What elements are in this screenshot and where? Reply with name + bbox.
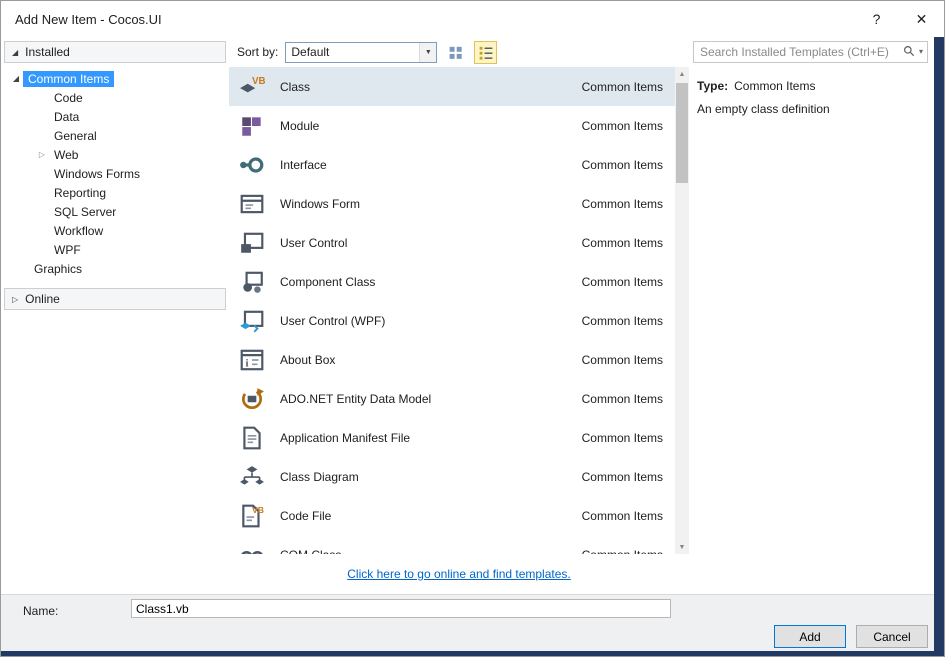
dialog-footer: Name: Add Cancel <box>1 594 934 651</box>
user-control-icon <box>239 230 265 256</box>
com-class-icon <box>239 542 265 555</box>
sidebar-item-sql-server[interactable]: SQL Server <box>1 202 229 221</box>
template-search: ▾ <box>693 41 928 63</box>
sort-by-value: Default <box>291 45 330 59</box>
collapsed-icon: ▷ <box>12 294 19 304</box>
sidebar-item-workflow[interactable]: Workflow <box>1 221 229 240</box>
template-description: An empty class definition <box>697 102 830 116</box>
component-class-icon <box>239 269 265 295</box>
search-icons: ▾ <box>902 44 923 58</box>
search-options-icon[interactable]: ▾ <box>919 47 923 56</box>
help-button[interactable]: ? <box>854 1 899 37</box>
list-scrollbar[interactable]: ▲ ▼ <box>675 67 689 554</box>
application-manifest-icon <box>239 425 265 451</box>
class-diagram-icon <box>239 464 265 490</box>
category-tree: ◢ Common Items Code Data General ▷ Web W <box>1 69 229 278</box>
template-row-class[interactable]: Class Common Items <box>229 67 675 106</box>
sidebar-item-data[interactable]: Data <box>1 107 229 126</box>
expanded-icon: ◢ <box>12 47 19 57</box>
dialog-title: Add New Item - Cocos.UI <box>15 11 162 27</box>
search-input[interactable] <box>693 41 928 63</box>
online-templates-link[interactable]: Click here to go online and find templat… <box>347 567 570 581</box>
sort-by-label: Sort by: <box>237 45 279 59</box>
scroll-up-icon[interactable]: ▲ <box>675 67 689 81</box>
sidebar-item-code[interactable]: Code <box>1 88 229 107</box>
class-icon <box>239 74 265 100</box>
name-label: Name: <box>23 604 59 618</box>
type-label: Type: <box>697 79 729 93</box>
expanded-icon: ◢ <box>12 74 20 83</box>
online-templates-footer: Click here to go online and find templat… <box>229 554 689 594</box>
template-row-user-control[interactable]: User Control Common Items <box>229 223 675 262</box>
code-file-icon <box>239 503 265 529</box>
cancel-button[interactable]: Cancel <box>856 625 928 648</box>
chevron-down-icon[interactable]: ▼ <box>419 42 437 62</box>
about-box-icon <box>239 347 265 373</box>
scrollbar-thumb[interactable] <box>676 83 688 183</box>
interface-icon <box>239 152 265 178</box>
template-row-entity-data-model[interactable]: ADO.NET Entity Data Model Common Items <box>229 379 675 418</box>
close-button[interactable]: ✕ <box>899 1 944 37</box>
template-row-user-control-wpf[interactable]: User Control (WPF) Common Items <box>229 301 675 340</box>
sidebar-item-graphics[interactable]: Graphics <box>1 259 229 278</box>
template-list: Class Common Items Module Common Items I… <box>229 67 689 554</box>
add-new-item-dialog: Add New Item - Cocos.UI ? ✕ ◢ Installed … <box>0 0 945 657</box>
template-row-windows-form[interactable]: Windows Form Common Items <box>229 184 675 223</box>
sidebar-item-general[interactable]: General <box>1 126 229 145</box>
medium-icons-view-button[interactable] <box>444 41 467 64</box>
window-right-edge <box>934 37 944 656</box>
collapsed-icon: ▷ <box>38 150 46 159</box>
template-panel: Sort by: Default ▼ Class Common Items Mo… <box>229 37 689 594</box>
online-header-label: Online <box>25 292 60 306</box>
dialog-body: ◢ Installed ◢ Common Items Code Data Gen… <box>1 37 934 594</box>
windows-form-icon <box>239 191 265 217</box>
sidebar-item-common-items[interactable]: ◢ Common Items <box>1 69 229 88</box>
titlebar[interactable]: Add New Item - Cocos.UI ? ✕ <box>1 1 944 37</box>
name-input[interactable] <box>131 599 671 618</box>
template-row-interface[interactable]: Interface Common Items <box>229 145 675 184</box>
template-row-module[interactable]: Module Common Items <box>229 106 675 145</box>
sidebar-section-installed[interactable]: ◢ Installed <box>4 41 226 63</box>
list-toolbar: Sort by: Default ▼ <box>229 37 689 67</box>
sidebar-item-web[interactable]: ▷ Web <box>1 145 229 164</box>
template-row-code-file[interactable]: Code File Common Items <box>229 496 675 535</box>
list-view-button[interactable] <box>473 40 499 64</box>
sidebar-item-wpf[interactable]: WPF <box>1 240 229 259</box>
module-icon <box>239 113 265 139</box>
template-row-com-class[interactable]: COM Class Common Items <box>229 535 675 554</box>
template-row-class-diagram[interactable]: Class Diagram Common Items <box>229 457 675 496</box>
sidebar-section-online[interactable]: ▷ Online <box>4 288 226 310</box>
add-button[interactable]: Add <box>774 625 846 648</box>
type-value: Common Items <box>734 79 816 93</box>
scroll-down-icon[interactable]: ▼ <box>675 540 689 554</box>
entity-data-model-icon <box>239 386 265 412</box>
sort-by-dropdown[interactable]: Default ▼ <box>285 41 438 63</box>
template-details: Type: Common Items An empty class defini… <box>693 79 928 116</box>
user-control-wpf-icon <box>239 308 265 334</box>
installed-header-label: Installed <box>25 45 70 59</box>
grid-view-icon <box>443 44 469 61</box>
titlebar-buttons: ? ✕ <box>854 1 944 37</box>
template-row-application-manifest[interactable]: Application Manifest File Common Items <box>229 418 675 457</box>
list-view-icon <box>473 44 499 61</box>
template-row-about-box[interactable]: About Box Common Items <box>229 340 675 379</box>
details-panel: ▾ Type: Common Items An empty class defi… <box>689 37 934 594</box>
template-list-items: Class Common Items Module Common Items I… <box>229 67 675 554</box>
window-bottom-edge <box>1 651 944 656</box>
search-icon[interactable] <box>902 44 916 58</box>
template-row-component-class[interactable]: Component Class Common Items <box>229 262 675 301</box>
sidebar-item-windows-forms[interactable]: Windows Forms <box>1 164 229 183</box>
sidebar-item-reporting[interactable]: Reporting <box>1 183 229 202</box>
category-sidebar: ◢ Installed ◢ Common Items Code Data Gen… <box>1 37 229 594</box>
